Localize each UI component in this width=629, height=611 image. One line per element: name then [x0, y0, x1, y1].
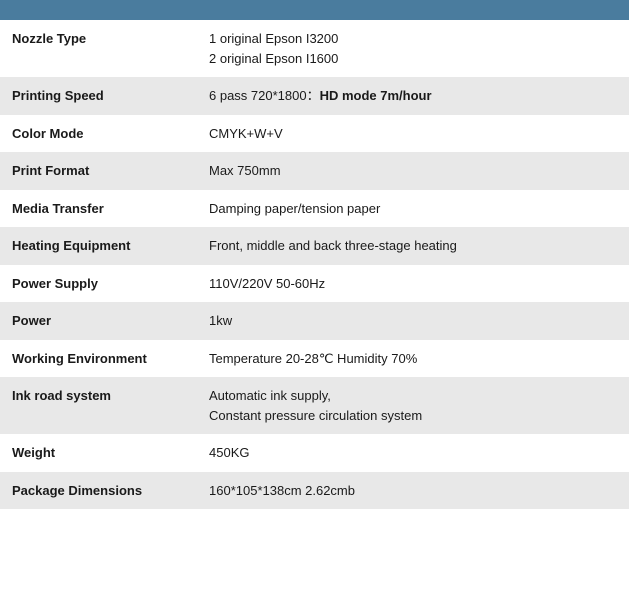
row-label-printing-speed: Printing Speed: [0, 77, 197, 115]
row-value-power: 1kw: [197, 302, 629, 340]
row-label-power: Power: [0, 302, 197, 340]
row-value-working-environment: Temperature 20-28℃ Humidity 70%: [197, 340, 629, 378]
value-bold: HD mode 7m/hour: [320, 88, 432, 103]
row-label-weight: Weight: [0, 434, 197, 472]
table-row: Printing Speed6 pass 720*1800：HD mode 7m…: [0, 77, 629, 115]
row-value-print-format: Max 750mm: [197, 152, 629, 190]
row-label-package-dimensions: Package Dimensions: [0, 472, 197, 510]
table-row: Print FormatMax 750mm: [0, 152, 629, 190]
table-row: Package Dimensions160*105*138cm 2.62cmb: [0, 472, 629, 510]
row-value-package-dimensions: 160*105*138cm 2.62cmb: [197, 472, 629, 510]
row-value-nozzle-type: 1 original Epson I32002 original Epson I…: [197, 20, 629, 77]
row-value-printing-speed: 6 pass 720*1800：HD mode 7m/hour: [197, 77, 629, 115]
table-row: Color ModeCMYK+W+V: [0, 115, 629, 153]
row-value-weight: 450KG: [197, 434, 629, 472]
spec-table: Nozzle Type1 original Epson I32002 origi…: [0, 20, 629, 509]
row-value-ink-road-system: Automatic ink supply,Constant pressure c…: [197, 377, 629, 434]
row-label-color-mode: Color Mode: [0, 115, 197, 153]
row-value-media-transfer: Damping paper/tension paper: [197, 190, 629, 228]
table-row: Power Supply110V/220V 50-60Hz: [0, 265, 629, 303]
table-row: Nozzle Type1 original Epson I32002 origi…: [0, 20, 629, 77]
table-row: Heating EquipmentFront, middle and back …: [0, 227, 629, 265]
value-prefix: 6 pass 720*1800：: [209, 88, 320, 103]
row-label-ink-road-system: Ink road system: [0, 377, 197, 434]
row-label-power-supply: Power Supply: [0, 265, 197, 303]
row-label-heating-equipment: Heating Equipment: [0, 227, 197, 265]
row-label-print-format: Print Format: [0, 152, 197, 190]
row-label-media-transfer: Media Transfer: [0, 190, 197, 228]
table-header: [0, 0, 629, 20]
table-row: Working EnvironmentTemperature 20-28℃ Hu…: [0, 340, 629, 378]
row-label-nozzle-type: Nozzle Type: [0, 20, 197, 77]
table-row: Ink road systemAutomatic ink supply,Cons…: [0, 377, 629, 434]
spec-table-container: Nozzle Type1 original Epson I32002 origi…: [0, 0, 629, 509]
table-row: Weight450KG: [0, 434, 629, 472]
table-row: Power1kw: [0, 302, 629, 340]
row-value-power-supply: 110V/220V 50-60Hz: [197, 265, 629, 303]
table-row: Media TransferDamping paper/tension pape…: [0, 190, 629, 228]
row-label-working-environment: Working Environment: [0, 340, 197, 378]
row-value-color-mode: CMYK+W+V: [197, 115, 629, 153]
row-value-heating-equipment: Front, middle and back three-stage heati…: [197, 227, 629, 265]
